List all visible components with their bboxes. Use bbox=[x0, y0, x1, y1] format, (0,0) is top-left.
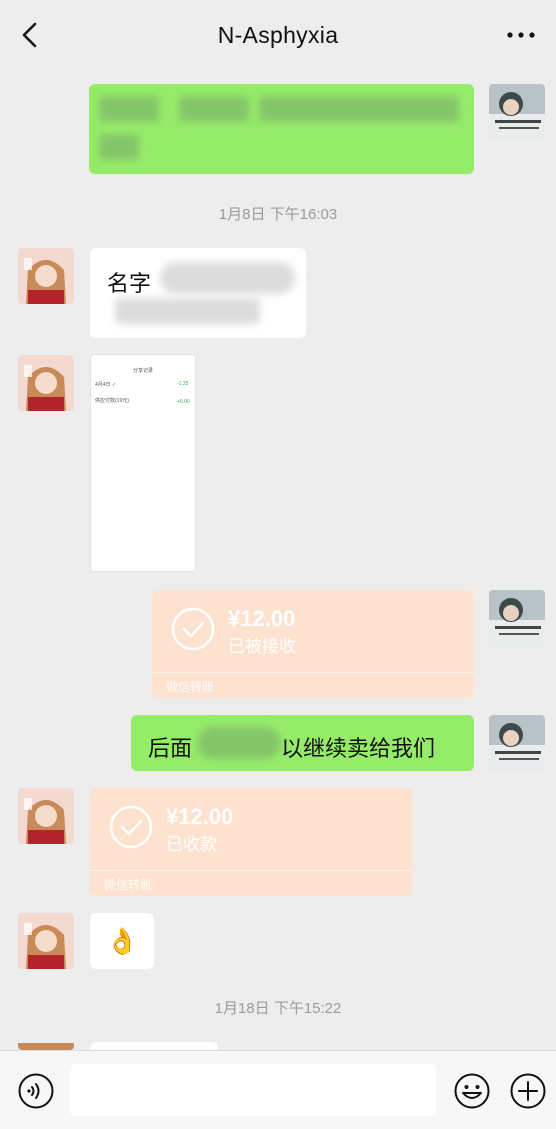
received-message-bubble[interactable]: 名字 bbox=[90, 248, 306, 338]
transfer-sent-card[interactable]: ¥12.00 已被接收 微信转账 bbox=[152, 590, 474, 698]
divider bbox=[90, 870, 412, 871]
message-text: 后面 bbox=[148, 736, 193, 761]
contact-avatar[interactable] bbox=[18, 1040, 74, 1050]
transfer-amount: ¥12.00 bbox=[166, 804, 234, 829]
my-avatar[interactable] bbox=[489, 715, 545, 771]
chat-header: N-Asphyxia bbox=[0, 0, 556, 72]
redacted-text bbox=[99, 134, 139, 160]
my-avatar[interactable] bbox=[489, 84, 545, 140]
redacted-text bbox=[160, 262, 295, 294]
redacted-text bbox=[179, 96, 249, 122]
preview-row-value: +0.00 bbox=[177, 399, 190, 405]
transfer-amount: ¥12.00 bbox=[228, 606, 296, 631]
redacted-text bbox=[99, 96, 159, 122]
message-text: 名字 bbox=[107, 271, 152, 296]
transfer-status: 已被接收 bbox=[228, 637, 296, 656]
preview-title: 分享记录 bbox=[133, 368, 154, 374]
redacted-text bbox=[197, 727, 281, 759]
check-circle-icon bbox=[109, 805, 153, 849]
sent-message-bubble[interactable] bbox=[89, 84, 474, 174]
transfer-footer: 微信转账 bbox=[104, 878, 153, 892]
message-input[interactable] bbox=[70, 1064, 436, 1116]
timestamp: 1月8日 下午16:03 bbox=[218, 206, 338, 223]
input-bar bbox=[0, 1050, 556, 1129]
contact-avatar[interactable] bbox=[18, 913, 74, 969]
image-message[interactable]: 分享记录 4月4日 ✓ -1.25 供应付款(19元) +0.00 bbox=[90, 354, 196, 572]
sent-message-bubble[interactable]: 后面 以继续卖给我们 bbox=[131, 715, 474, 771]
my-avatar[interactable] bbox=[489, 590, 545, 646]
divider bbox=[152, 672, 474, 673]
message-text: 以继续卖给我们 bbox=[281, 736, 436, 761]
transfer-received-card[interactable]: ¥12.00 已收款 微信转账 bbox=[90, 788, 412, 896]
ok-hand-emoji: 👌 bbox=[106, 926, 139, 956]
timestamp: 1月18日 下午15:22 bbox=[214, 1000, 342, 1017]
transfer-footer: 微信转账 bbox=[166, 680, 215, 694]
redacted-text bbox=[115, 298, 260, 324]
chat-title: N-Asphyxia bbox=[217, 22, 339, 48]
received-message-bubble[interactable]: 👌 bbox=[90, 913, 154, 969]
preview-row-label: 4月4日 ✓ bbox=[95, 382, 117, 388]
emoji-icon[interactable] bbox=[454, 1073, 490, 1109]
voice-icon[interactable] bbox=[18, 1073, 54, 1109]
contact-avatar[interactable] bbox=[18, 355, 74, 411]
transfer-status: 已收款 bbox=[166, 835, 217, 854]
preview-row-value: -1.25 bbox=[177, 381, 189, 387]
contact-avatar[interactable] bbox=[18, 248, 74, 304]
more-icon[interactable] bbox=[504, 22, 538, 48]
plus-icon[interactable] bbox=[510, 1073, 546, 1109]
preview-row-label: 供应付款(19元) bbox=[95, 398, 129, 404]
redacted-text bbox=[259, 96, 459, 122]
check-circle-icon bbox=[171, 607, 215, 651]
received-message-bubble[interactable] bbox=[90, 1042, 218, 1050]
contact-avatar[interactable] bbox=[18, 788, 74, 844]
